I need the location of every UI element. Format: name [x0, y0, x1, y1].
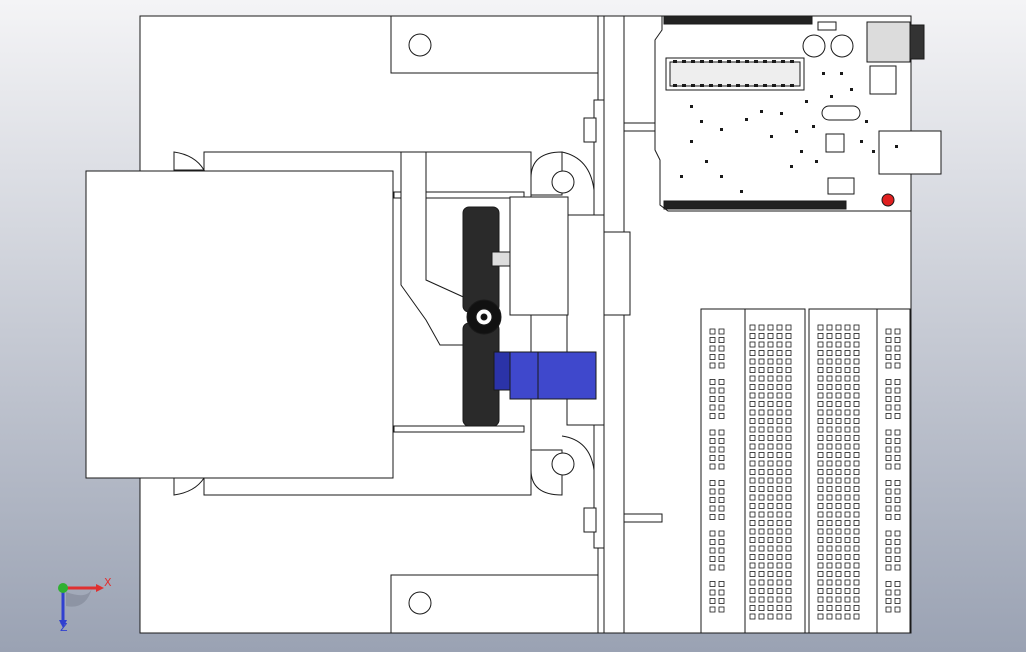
z-axis-label: Z [60, 621, 68, 634]
pulley-lug-hole [551, 452, 575, 476]
smd-component [680, 175, 683, 178]
shaft-collar [583, 117, 597, 143]
shaft-collar [583, 507, 597, 533]
smd-component [865, 120, 868, 123]
voltage-regulator [869, 65, 897, 95]
storage-box[interactable] [85, 170, 394, 479]
chip-pin [772, 60, 776, 63]
mount-hole [408, 591, 432, 615]
chip-pin [691, 84, 695, 87]
icsp-header [827, 177, 855, 195]
smd-component [800, 150, 803, 153]
smd-component [895, 145, 898, 148]
x-axis-label: X [104, 576, 112, 589]
led-indicator [817, 21, 837, 31]
chip-pin [727, 60, 731, 63]
chip-pin [700, 84, 704, 87]
chip-pin [790, 60, 794, 63]
wheel-hub [491, 251, 511, 267]
power-jack[interactable] [866, 21, 911, 63]
chip-pin [754, 84, 758, 87]
smd-component [830, 95, 833, 98]
smd-component [745, 118, 748, 121]
breadboard[interactable] [700, 308, 911, 634]
assembly-top-view[interactable] [0, 0, 1026, 652]
chip-pin [772, 84, 776, 87]
chip-pin [754, 60, 758, 63]
smd-component [690, 140, 693, 143]
chip-pin [718, 60, 722, 63]
chip-pin [790, 84, 794, 87]
smd-component [840, 72, 843, 75]
smd-component [850, 88, 853, 91]
chip-pin [745, 84, 749, 87]
chip-pin [673, 84, 677, 87]
breadboard-left-half [700, 308, 806, 634]
chip-pin [673, 60, 677, 63]
cad-viewport[interactable]: X Z [0, 0, 1026, 652]
chip-socket [669, 61, 801, 87]
smd-component [705, 160, 708, 163]
pulley-lug-hole [551, 170, 575, 194]
sensor-tab [603, 231, 631, 316]
chip-pin [745, 60, 749, 63]
chip-pin [709, 84, 713, 87]
chip-pin [727, 84, 731, 87]
chip-pin [736, 84, 740, 87]
shaft[interactable] [623, 513, 663, 523]
axle-center [480, 313, 488, 321]
smd-component [700, 120, 703, 123]
bracket-rail [393, 425, 525, 433]
header-strip-bottom [663, 200, 847, 210]
usb-port[interactable] [878, 130, 942, 175]
smd-component [795, 130, 798, 133]
y-axis-icon [58, 583, 68, 593]
reset-button[interactable] [881, 193, 895, 207]
smd-component [822, 72, 825, 75]
smd-component [690, 105, 693, 108]
chip-pin [700, 60, 704, 63]
smd-component [805, 100, 808, 103]
chip-pin [718, 84, 722, 87]
smd-component [720, 175, 723, 178]
servo-horn[interactable] [493, 351, 513, 391]
chip-pin [691, 60, 695, 63]
smd-component [740, 190, 743, 193]
chip-pin [763, 84, 767, 87]
usb-chip [825, 133, 845, 153]
crystal [821, 105, 861, 121]
chip-pin [781, 84, 785, 87]
chip-pin [763, 60, 767, 63]
power-jack-body [909, 24, 925, 60]
smd-component [860, 140, 863, 143]
arduino-board[interactable] [654, 15, 942, 212]
servo-body[interactable] [509, 351, 597, 400]
capacitor [802, 34, 826, 58]
capacitor [830, 34, 854, 58]
smd-component [720, 128, 723, 131]
smd-component [770, 135, 773, 138]
smd-component [760, 110, 763, 113]
chip-pin [709, 60, 713, 63]
sensor-body[interactable] [509, 196, 569, 316]
smd-component [872, 150, 875, 153]
header-strip-top [663, 15, 813, 25]
smd-component [780, 112, 783, 115]
mount-hole [408, 33, 432, 57]
chip-pin [781, 60, 785, 63]
smd-component [815, 160, 818, 163]
smd-component [812, 125, 815, 128]
chip-pin [682, 84, 686, 87]
smd-component [790, 165, 793, 168]
chip-pin [736, 60, 740, 63]
chip-pin [682, 60, 686, 63]
